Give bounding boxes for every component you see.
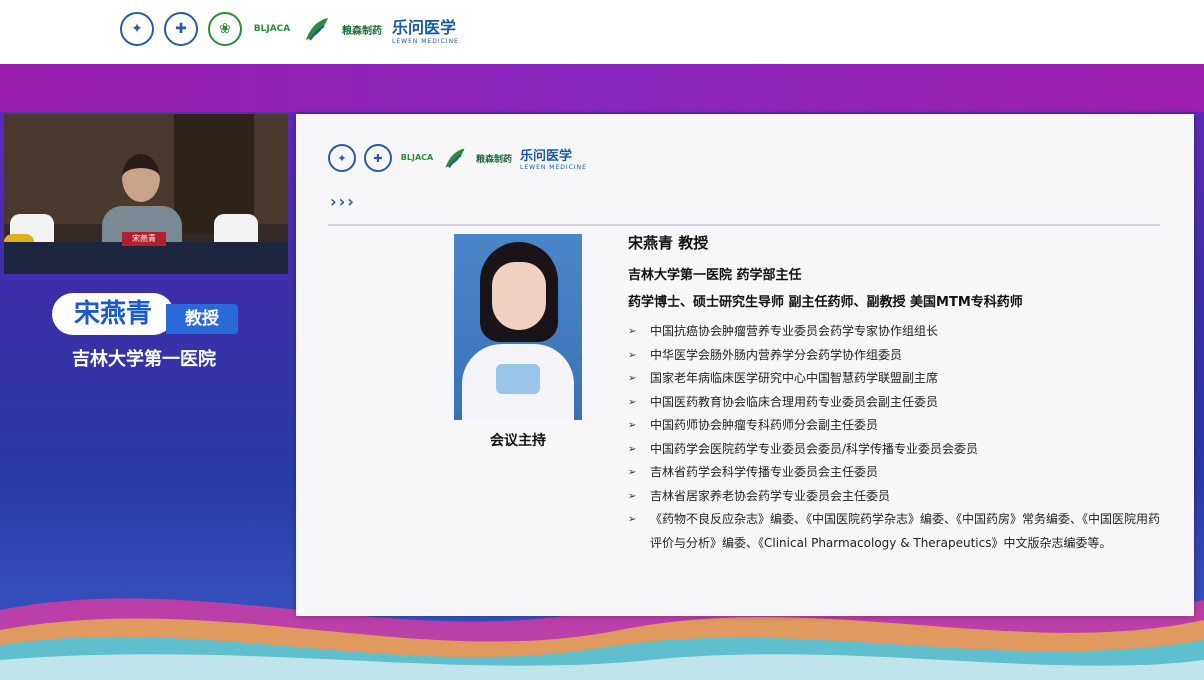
association-emblem-icon: ❀: [208, 12, 242, 46]
chevrons-icon: ›››: [330, 192, 356, 211]
pharma-logo: 粮森制药: [476, 152, 512, 165]
lewen-logo-subtext: LEWEN MEDICINE: [520, 164, 587, 171]
speaker-organization: 吉林大学第一医院: [72, 349, 216, 370]
lewen-logo-subtext: LEWEN MEDICINE: [392, 37, 459, 45]
list-item: ➢ 吉林省居家养老协会药学专业委员会主任委员: [628, 485, 1168, 509]
speaker-video: 宋燕青: [4, 114, 288, 274]
sponsor-logos: ✦ ✚ ❀ BLJACA 粮森制药 乐问医学 LEWEN MEDICINE: [120, 12, 459, 46]
hospital-emblem-icon: ✚: [364, 144, 392, 172]
pharma-logo-text: 粮森制药: [476, 154, 513, 165]
portrait-bow: [496, 364, 540, 394]
bullet-arrow-icon: ➢: [628, 490, 637, 502]
presentation-slide: ✦ ✚ BLJACA 粮森制药 乐问医学 LEWEN MEDICINE ››› …: [296, 114, 1194, 616]
university-emblem-icon: ✦: [120, 12, 154, 46]
list-item: ➢ 《药物不良反应杂志》编委、《中国医院药学杂志》编委、《中国药房》常务编委、《中…: [628, 508, 1168, 555]
list-item: ➢ 吉林省药学会科学传播专业委员会主任委员: [628, 461, 1168, 485]
top-logo-bar: ✦ ✚ ❀ BLJACA 粮森制药 乐问医学 LEWEN MEDICINE: [0, 0, 1204, 64]
bljaca-logo: BLJACA: [253, 24, 291, 34]
speaker-title: 教授: [166, 304, 238, 334]
role-text: 中国抗癌协会肿瘤营养专业委员会药学专家协作组组长: [650, 324, 939, 338]
university-emblem-icon: ✦: [328, 144, 356, 172]
role-text: 中国药学会医院药学专业委员会委员/科学传播专业委员会委员: [650, 441, 979, 456]
list-item: ➢ 中国抗癌协会肿瘤营养专业委员会药学专家协作组组长: [628, 320, 1168, 344]
role-text: 中华医学会肠外肠内营养学分会药学协作组委员: [650, 347, 903, 362]
slide-speaker-name: 宋燕青 教授: [628, 234, 709, 252]
portrait-face: [492, 262, 546, 330]
pharma-logo-text: 粮森制药: [342, 25, 382, 37]
video-table: [4, 242, 288, 274]
list-item: ➢ 中国医药教育协会临床合理用药专业委员会副主任委员: [628, 391, 1168, 415]
roles-list: ➢ 中国抗癌协会肿瘤营养专业委员会药学专家协作组组长 ➢ 中华医学会肠外肠内营养学分…: [628, 320, 1168, 555]
hospital-emblem-icon: ✚: [164, 12, 198, 46]
speaker-name: 宋燕青: [52, 293, 174, 335]
bljaca-logo: BLJACA: [400, 153, 434, 162]
bullet-arrow-icon: ➢: [628, 514, 637, 525]
list-item: ➢ 中国药师协会肿瘤专科药师分会副主任委员: [628, 414, 1168, 438]
header-band: [0, 64, 1204, 112]
role-text: 吉林省药学会科学传播专业委员会主任委员: [650, 465, 879, 479]
bullet-arrow-icon: ➢: [628, 349, 637, 361]
pharma-logo: 粮森制药: [342, 22, 382, 37]
leaf-logo-icon: [306, 18, 328, 41]
lewen-logo: 乐问医学 LEWEN MEDICINE: [520, 145, 587, 171]
leaf-logo-icon: [445, 148, 465, 169]
bullet-arrow-icon: ➢: [628, 420, 637, 431]
list-item: ➢ 中国药学会医院药学专业委员会委员/科学传播专业委员会委员: [628, 438, 1168, 462]
role-text: 《药物不良反应杂志》编委、《中国医院药学杂志》编委、《中国药房》常务编委、《中国…: [650, 512, 1161, 550]
bullet-arrow-icon: ➢: [628, 443, 637, 455]
divider: [328, 224, 1160, 226]
lewen-logo-text: 乐问医学: [392, 17, 457, 37]
speaker-portrait: [454, 234, 582, 420]
list-item: ➢ 中华医学会肠外肠内营养学分会药学协作组委员: [628, 344, 1168, 368]
bullet-arrow-icon: ➢: [628, 326, 637, 337]
lewen-logo-text: 乐问医学: [520, 149, 573, 164]
lewen-logo: 乐问医学 LEWEN MEDICINE: [392, 14, 459, 45]
role-text: 吉林省居家养老协会药学专业委员会主任委员: [650, 488, 891, 503]
role-text: 中国药师协会肿瘤专科药师分会副主任委员: [650, 418, 879, 432]
bullet-arrow-icon: ➢: [628, 373, 637, 384]
bullet-arrow-icon: ➢: [628, 467, 637, 478]
list-item: ➢ 国家老年病临床医学研究中心中国智慧药学联盟副主席: [628, 367, 1168, 391]
slide-logos: ✦ ✚ BLJACA 粮森制药 乐问医学 LEWEN MEDICINE: [328, 144, 587, 172]
role-text: 中国医药教育协会临床合理用药专业委员会副主任委员: [650, 394, 939, 409]
slide-speaker-org: 吉林大学第一医院 药学部主任: [628, 268, 802, 283]
role-text: 国家老年病临床医学研究中心中国智慧药学联盟副主席: [650, 371, 939, 385]
bullet-arrow-icon: ➢: [628, 396, 637, 408]
video-nameplate: 宋燕青: [122, 232, 166, 246]
photo-caption: 会议主持: [490, 433, 546, 449]
slide-speaker-qualifications: 药学博士、硕士研究生导师 副主任药师、副教授 美国MTM专科药师: [628, 295, 1023, 310]
video-speaker-head: [122, 154, 160, 202]
